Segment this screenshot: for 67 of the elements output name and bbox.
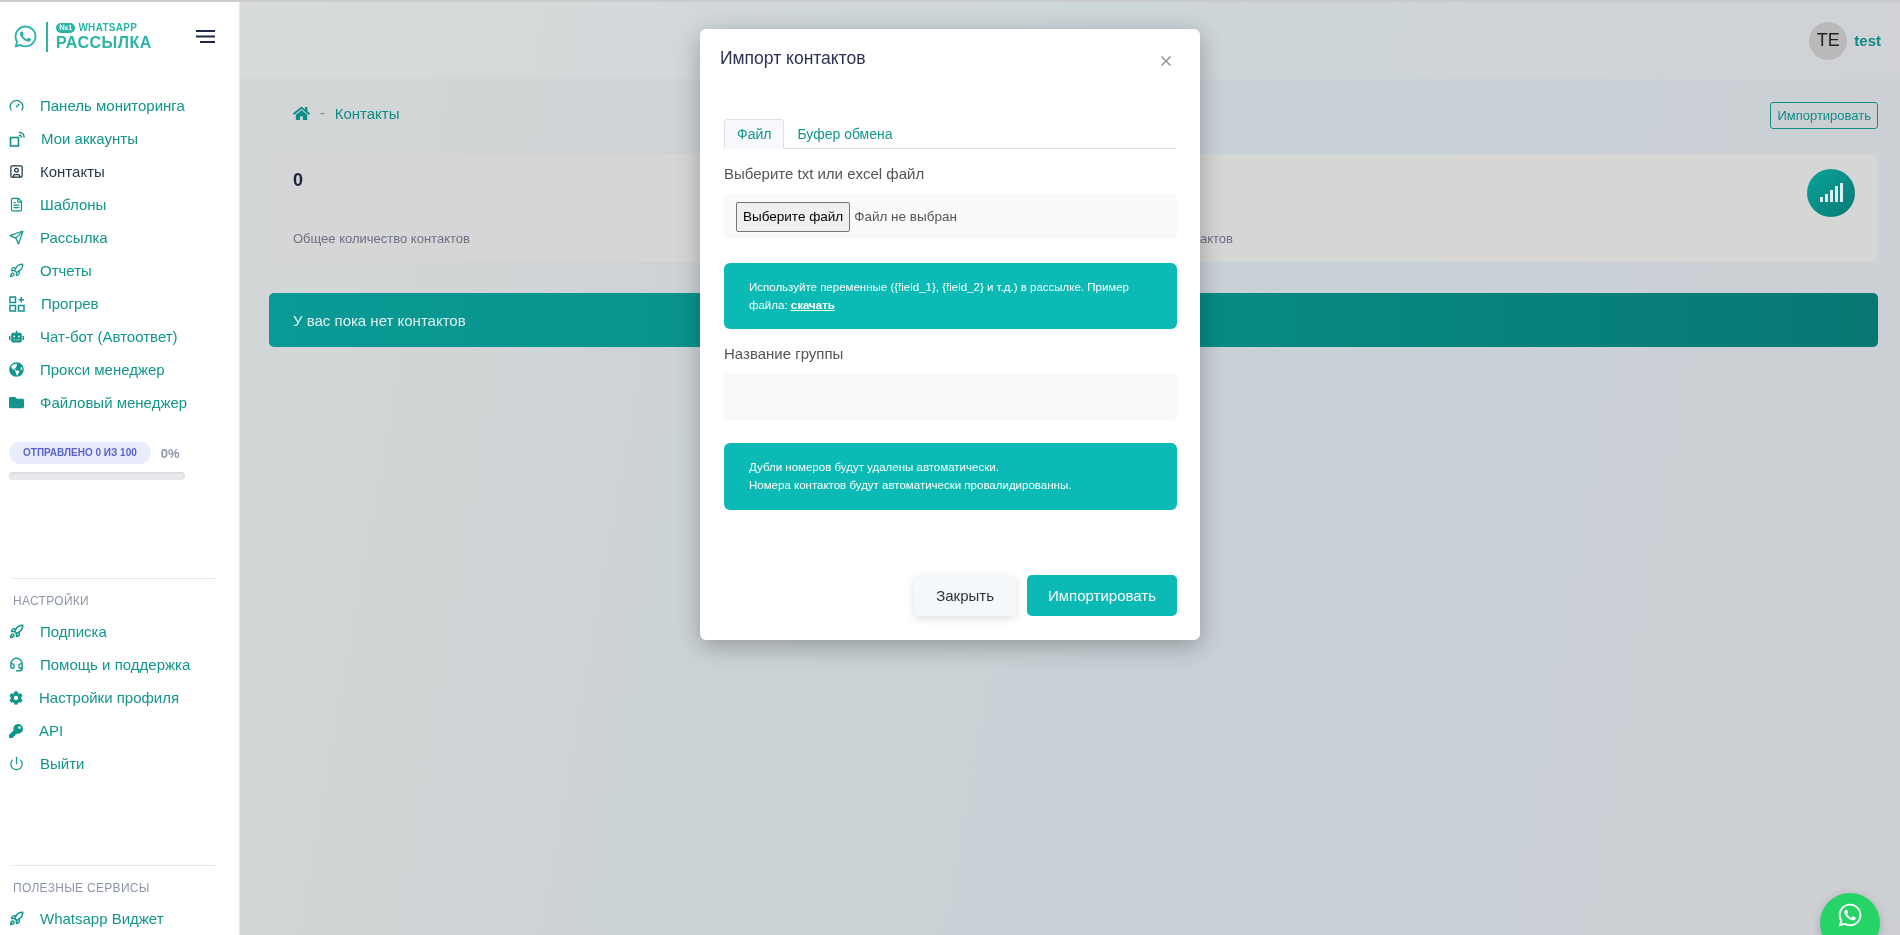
robot-icon xyxy=(9,329,24,344)
stat-label: актов xyxy=(1200,231,1233,246)
folder-icon xyxy=(9,395,24,410)
sidebar-item[interactable]: Рассылка xyxy=(0,221,108,254)
signal-bars-icon xyxy=(1807,169,1855,217)
logo-subtitle: РАССЫЛКА xyxy=(56,34,152,51)
rocket-icon xyxy=(9,911,24,926)
sidebar-item[interactable]: Шаблоны xyxy=(0,188,107,221)
globe-icon xyxy=(9,362,24,377)
section-title: ПОЛЕЗНЫЕ СЕРВИСЫ xyxy=(13,880,150,896)
home-icon[interactable] xyxy=(293,104,310,122)
phone-bubble-icon xyxy=(1837,902,1863,928)
sidebar-item[interactable]: Подписка xyxy=(0,615,107,648)
sidebar-item[interactable]: Контакты xyxy=(0,155,105,188)
progress-percent: 0% xyxy=(160,445,180,461)
sidebar-item[interactable]: Выйти xyxy=(0,747,85,780)
rocket-icon xyxy=(9,263,24,278)
sidebar-item[interactable]: Файловый менеджер xyxy=(0,386,188,419)
paper-plane-icon xyxy=(9,230,24,245)
sidebar-item[interactable]: Панель мониторинга xyxy=(0,89,185,122)
document-icon xyxy=(9,197,24,212)
gauge-icon xyxy=(9,98,24,113)
device-signal-icon xyxy=(9,130,25,147)
breadcrumb-current: Контакты xyxy=(334,104,400,122)
sidebar-item[interactable]: Чат-бот (Автоответ) xyxy=(0,320,178,353)
close-icon xyxy=(1158,53,1174,69)
download-link[interactable]: скачать xyxy=(790,299,835,311)
sidebar-item[interactable]: Прогрев xyxy=(0,287,99,320)
logo-number-badge: №1 xyxy=(56,22,76,33)
power-icon xyxy=(9,756,24,771)
import-button[interactable]: Импортировать xyxy=(1027,575,1177,616)
logo-title: WHATSAPP xyxy=(78,22,138,33)
sidebar-item[interactable]: Отчеты xyxy=(0,254,92,287)
breadcrumb-separator: - xyxy=(320,105,325,121)
import-button[interactable]: Импортировать xyxy=(1770,102,1878,129)
choose-file-button[interactable]: Выберите файл xyxy=(736,201,851,232)
tab[interactable]: Файл xyxy=(724,119,785,149)
stat-value: 0 xyxy=(293,170,303,191)
sidebar-item[interactable]: Whatsapp Виджет xyxy=(0,902,164,935)
file-status-text: Файл не выбран xyxy=(854,209,957,224)
file-input-field[interactable]: Выберите файл Файл не выбран xyxy=(724,194,1177,239)
grid-plus-icon xyxy=(9,295,25,312)
headset-icon xyxy=(9,657,24,672)
section-title: НАСТРОЙКИ xyxy=(13,593,90,609)
sent-count-badge: ОТПРАВЛЕНО 0 ИЗ 100 xyxy=(9,442,151,464)
field-label: Выберите txt или excel файл xyxy=(724,164,925,184)
menu-icon[interactable] xyxy=(196,30,215,43)
field-label: Название группы xyxy=(724,344,844,364)
sidebar-item[interactable]: Настройки профиля xyxy=(0,681,180,714)
sidebar-item[interactable]: Помощь и поддержка xyxy=(0,648,191,681)
sidebar-item[interactable]: API xyxy=(0,714,64,747)
key-icon xyxy=(9,723,23,738)
tab[interactable]: Буфер обмена xyxy=(784,119,906,149)
info-text: Номера контактов будут автоматически провалидированны. xyxy=(749,478,1072,493)
sidebar-item[interactable]: Мои аккаунты xyxy=(0,122,138,155)
close-button[interactable]: Закрыть xyxy=(914,575,1016,616)
settings-icon xyxy=(9,690,23,705)
dialog-title: Импорт контактов xyxy=(720,47,866,70)
user-avatar[interactable]: TE xyxy=(1809,21,1848,60)
close-button[interactable] xyxy=(1158,53,1174,69)
contact-card-icon xyxy=(9,164,24,179)
phone-bubble-icon xyxy=(13,24,38,49)
rocket-icon xyxy=(9,624,24,639)
sidebar-item[interactable]: Прокси менеджер xyxy=(0,353,165,386)
stat-label: Общее количество контактов xyxy=(293,231,470,246)
user-name[interactable]: test xyxy=(1854,32,1881,49)
info-text: Дубли номеров будут удалены автоматически. xyxy=(749,460,999,475)
